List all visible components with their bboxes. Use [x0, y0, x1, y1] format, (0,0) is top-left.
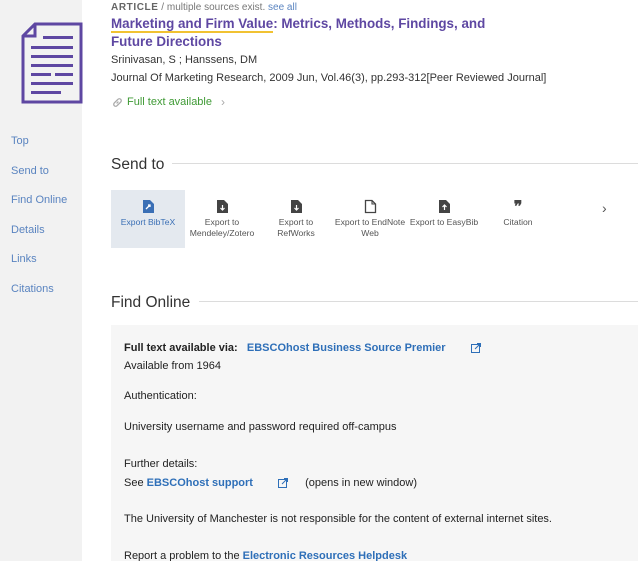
main-content: ARTICLE / multiple sources exist. see al…: [82, 0, 638, 561]
external-link-icon[interactable]: [470, 343, 481, 354]
external-link-icon[interactable]: [278, 478, 289, 489]
nav-send-to[interactable]: Send to: [11, 165, 67, 195]
nav-find-online[interactable]: Find Online: [11, 194, 67, 224]
export-mendeley-zotero-label: Export to Mendeley/Zotero: [189, 217, 255, 238]
send-to-actions: Export BibTeX Export to Mendeley/Zotero …: [111, 190, 555, 248]
report-prefix: Report a problem to the: [124, 550, 243, 561]
citation-button[interactable]: ❞ Citation: [481, 190, 555, 248]
authentication-label: Authentication:: [124, 390, 197, 402]
document-icon: [290, 198, 303, 214]
title-highlight: Marketing and Firm Value: [111, 16, 274, 33]
support-line: See EBSCOhost support (opens in new wind…: [124, 477, 417, 489]
report-problem-line: Report a problem to the Electronic Resou…: [124, 550, 407, 561]
document-outline-icon: [364, 198, 377, 214]
export-mendeley-zotero-button[interactable]: Export to Mendeley/Zotero: [185, 190, 259, 248]
nav-details[interactable]: Details: [11, 224, 67, 254]
authentication-text: University username and password require…: [124, 421, 397, 433]
document-icon: [216, 198, 229, 214]
send-to-heading: Send to: [111, 156, 165, 173]
citation-label: Citation: [503, 217, 533, 227]
nav-citations[interactable]: Citations: [11, 283, 67, 313]
article-type: ARTICLE: [111, 2, 159, 13]
nav-links[interactable]: Links: [11, 253, 67, 283]
link-icon: [113, 97, 122, 107]
send-to-divider: [172, 163, 638, 164]
export-endnote-web-label: Export to EndNote Web: [334, 217, 406, 238]
quote-icon: ❞: [513, 196, 523, 216]
export-bibtex-button[interactable]: Export BibTeX: [111, 190, 185, 248]
chevron-right-icon: ›: [221, 95, 225, 109]
multiple-sources-text: / multiple sources exist.: [158, 2, 266, 13]
find-online-panel: Full text available via: EBSCOhost Busin…: [111, 325, 638, 561]
export-refworks-label: Export to RefWorks: [277, 217, 315, 238]
provider-link[interactable]: EBSCOhost Business Source Premier: [247, 342, 446, 354]
full-text-label: Full text available: [127, 96, 212, 108]
export-bibtex-icon: [142, 198, 155, 214]
full-text-available-link[interactable]: Full text available ›: [112, 95, 225, 109]
export-easybib-button[interactable]: Export to EasyBib: [407, 190, 481, 248]
opens-new-window-text: (opens in new window): [305, 477, 417, 489]
disclaimer-text: The University of Manchester is not resp…: [124, 513, 552, 525]
export-easybib-label: Export to EasyBib: [409, 217, 479, 227]
article-title[interactable]: Marketing and Firm Value: Metrics, Metho…: [111, 15, 511, 51]
article-document-icon: [21, 22, 83, 104]
article-authors: Srinivasan, S ; Hanssens, DM: [111, 54, 258, 66]
full-text-via-label: Full text available via:: [124, 342, 238, 354]
find-online-divider: [199, 301, 638, 302]
next-arrow-button[interactable]: ›: [602, 200, 607, 216]
full-text-via-line: Full text available via: EBSCOhost Busin…: [124, 342, 481, 354]
nav-top[interactable]: Top: [11, 135, 67, 165]
find-online-heading: Find Online: [111, 294, 191, 311]
see-prefix: See: [124, 477, 147, 489]
see-all-link[interactable]: see all: [268, 2, 297, 13]
article-journal: Journal Of Marketing Research, 2009 Jun,…: [111, 72, 547, 84]
helpdesk-link[interactable]: Electronic Resources Helpdesk: [243, 550, 407, 561]
export-refworks-button[interactable]: Export to RefWorks: [259, 190, 333, 248]
export-bibtex-label: Export BibTeX: [120, 217, 176, 227]
support-link[interactable]: EBSCOhost support: [147, 477, 253, 489]
article-type-line: ARTICLE / multiple sources exist. see al…: [111, 2, 297, 13]
left-sidebar: Top Send to Find Online Details Links Ci…: [0, 0, 83, 561]
further-details-label: Further details:: [124, 458, 198, 470]
section-nav: Top Send to Find Online Details Links Ci…: [11, 135, 67, 313]
document-icon: [438, 198, 451, 214]
available-from: Available from 1964: [124, 360, 222, 372]
export-endnote-web-button[interactable]: Export to EndNote Web: [333, 190, 407, 248]
